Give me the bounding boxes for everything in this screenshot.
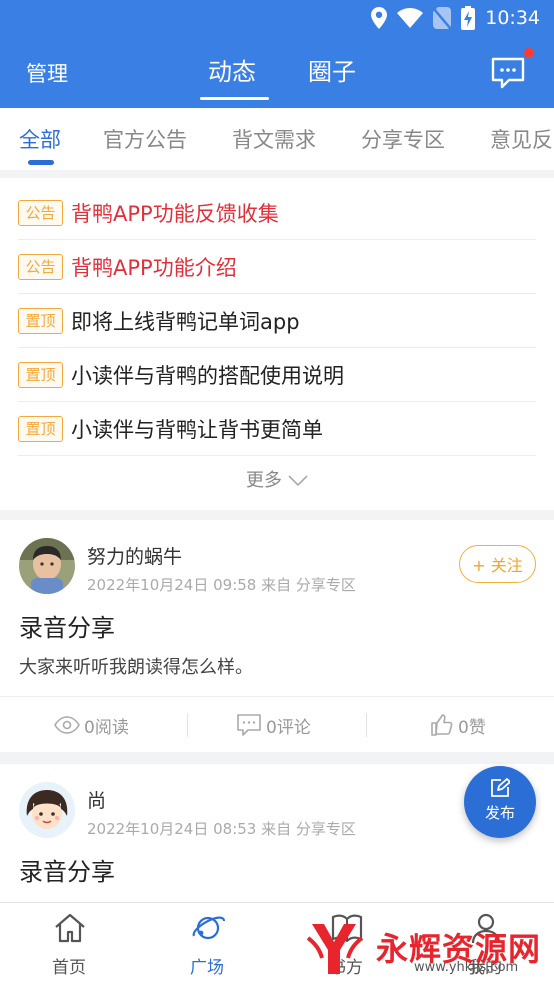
category-feedback[interactable]: 意见反 bbox=[490, 124, 553, 154]
status-icons: 10:34 bbox=[371, 6, 540, 30]
category-indicator bbox=[28, 160, 54, 165]
avatar[interactable] bbox=[19, 782, 75, 838]
watermark-url: www.yhkjjs.com bbox=[414, 960, 519, 975]
chat-bubble-icon bbox=[491, 57, 525, 89]
watermark-logo-icon bbox=[306, 924, 364, 974]
author-name[interactable]: 尚 bbox=[87, 786, 106, 813]
nav-home-label: 首页 bbox=[52, 958, 86, 978]
notice-item[interactable]: 置顶 小读伴与背鸭的搭配使用说明 bbox=[18, 348, 536, 402]
post-meta: 2022年10月24日 09:58 来自 分享专区 bbox=[87, 576, 356, 594]
thumbs-up-icon bbox=[431, 714, 453, 736]
planet-icon bbox=[192, 916, 225, 940]
like-count-label: 0赞 bbox=[458, 717, 486, 738]
messages-button[interactable] bbox=[490, 56, 526, 90]
battery-charging-icon bbox=[461, 6, 476, 30]
follow-button[interactable]: + 关注 bbox=[459, 545, 536, 583]
nav-home[interactable]: 首页 bbox=[19, 903, 119, 986]
notice-tag: 公告 bbox=[18, 199, 63, 226]
wifi-icon bbox=[397, 8, 424, 28]
category-text-request[interactable]: 背文需求 bbox=[232, 124, 316, 154]
tab-dynamics[interactable]: 动态 bbox=[208, 52, 256, 87]
notice-list: 公告 背鸭APP功能反馈收集 公告 背鸭APP功能介绍 置顶 即将上线背鸭记单词… bbox=[0, 178, 554, 510]
eye-icon bbox=[54, 716, 80, 734]
notification-dot bbox=[524, 48, 534, 58]
pinned-tag: 置顶 bbox=[18, 307, 63, 334]
publish-label: 发布 bbox=[484, 804, 515, 822]
post-body: 大家来听听我朗读得怎么样。 bbox=[19, 657, 253, 678]
comment-button[interactable]: 0评论 bbox=[236, 697, 311, 753]
category-share-zone[interactable]: 分享专区 bbox=[361, 124, 445, 154]
notice-item[interactable]: 公告 背鸭APP功能反馈收集 bbox=[18, 186, 536, 240]
post-title: 录音分享 bbox=[19, 614, 115, 642]
notice-title: 背鸭APP功能反馈收集 bbox=[71, 201, 279, 226]
notice-item[interactable]: 置顶 小读伴与背鸭让背书更简单 bbox=[18, 402, 536, 456]
post-meta: 2022年10月24日 08:53 来自 分享专区 bbox=[87, 820, 356, 838]
notice-title: 即将上线背鸭记单词app bbox=[71, 309, 300, 334]
location-icon bbox=[371, 7, 388, 29]
comment-count-label: 0评论 bbox=[266, 717, 311, 738]
nav-square[interactable]: 广场 bbox=[157, 903, 257, 986]
category-official-notice[interactable]: 官方公告 bbox=[103, 124, 187, 154]
read-count[interactable]: 0阅读 bbox=[54, 697, 129, 753]
notice-item[interactable]: 公告 背鸭APP功能介绍 bbox=[18, 240, 536, 294]
post-title: 录音分享 bbox=[19, 858, 115, 886]
edit-icon bbox=[491, 778, 510, 797]
chevron-down-icon bbox=[288, 475, 308, 487]
read-count-label: 0阅读 bbox=[84, 717, 129, 738]
no-sim-icon bbox=[433, 7, 452, 29]
manage-button[interactable]: 管理 bbox=[26, 58, 68, 88]
publish-button[interactable]: 发布 bbox=[464, 766, 536, 838]
comment-icon bbox=[237, 714, 261, 736]
pinned-tag: 置顶 bbox=[18, 415, 63, 442]
more-label: 更多 bbox=[246, 470, 282, 491]
more-button[interactable]: 更多 bbox=[0, 466, 554, 492]
notice-item[interactable]: 置顶 即将上线背鸭记单词app bbox=[18, 294, 536, 348]
post-card[interactable]: 努力的蜗牛 2022年10月24日 09:58 来自 分享专区 + 关注 录音分… bbox=[0, 520, 554, 752]
divider bbox=[366, 713, 367, 737]
avatar[interactable] bbox=[19, 538, 75, 594]
pinned-tag: 置顶 bbox=[18, 361, 63, 388]
author-name[interactable]: 努力的蜗牛 bbox=[87, 542, 182, 569]
app-header: 10:34 管理 动态 圈子 bbox=[0, 0, 554, 108]
watermark: 永辉资源网 www.yhkjjs.com bbox=[304, 918, 544, 980]
status-time: 10:34 bbox=[485, 7, 540, 29]
category-all[interactable]: 全部 bbox=[19, 124, 61, 154]
post-actions: 0阅读 0评论 0赞 bbox=[0, 696, 554, 752]
tab-circles[interactable]: 圈子 bbox=[308, 52, 356, 87]
divider bbox=[187, 713, 188, 737]
notice-title: 小读伴与背鸭让背书更简单 bbox=[71, 417, 323, 442]
nav-square-label: 广场 bbox=[190, 958, 224, 978]
active-tab-indicator bbox=[200, 97, 269, 100]
notice-title: 小读伴与背鸭的搭配使用说明 bbox=[71, 363, 344, 388]
like-button[interactable]: 0赞 bbox=[430, 697, 486, 753]
status-bar: 10:34 bbox=[0, 0, 554, 38]
notice-tag: 公告 bbox=[18, 253, 63, 280]
category-tabs: 全部 官方公告 背文需求 分享专区 意见反 bbox=[0, 108, 554, 170]
home-icon bbox=[55, 913, 85, 943]
notice-title: 背鸭APP功能介绍 bbox=[71, 255, 237, 280]
